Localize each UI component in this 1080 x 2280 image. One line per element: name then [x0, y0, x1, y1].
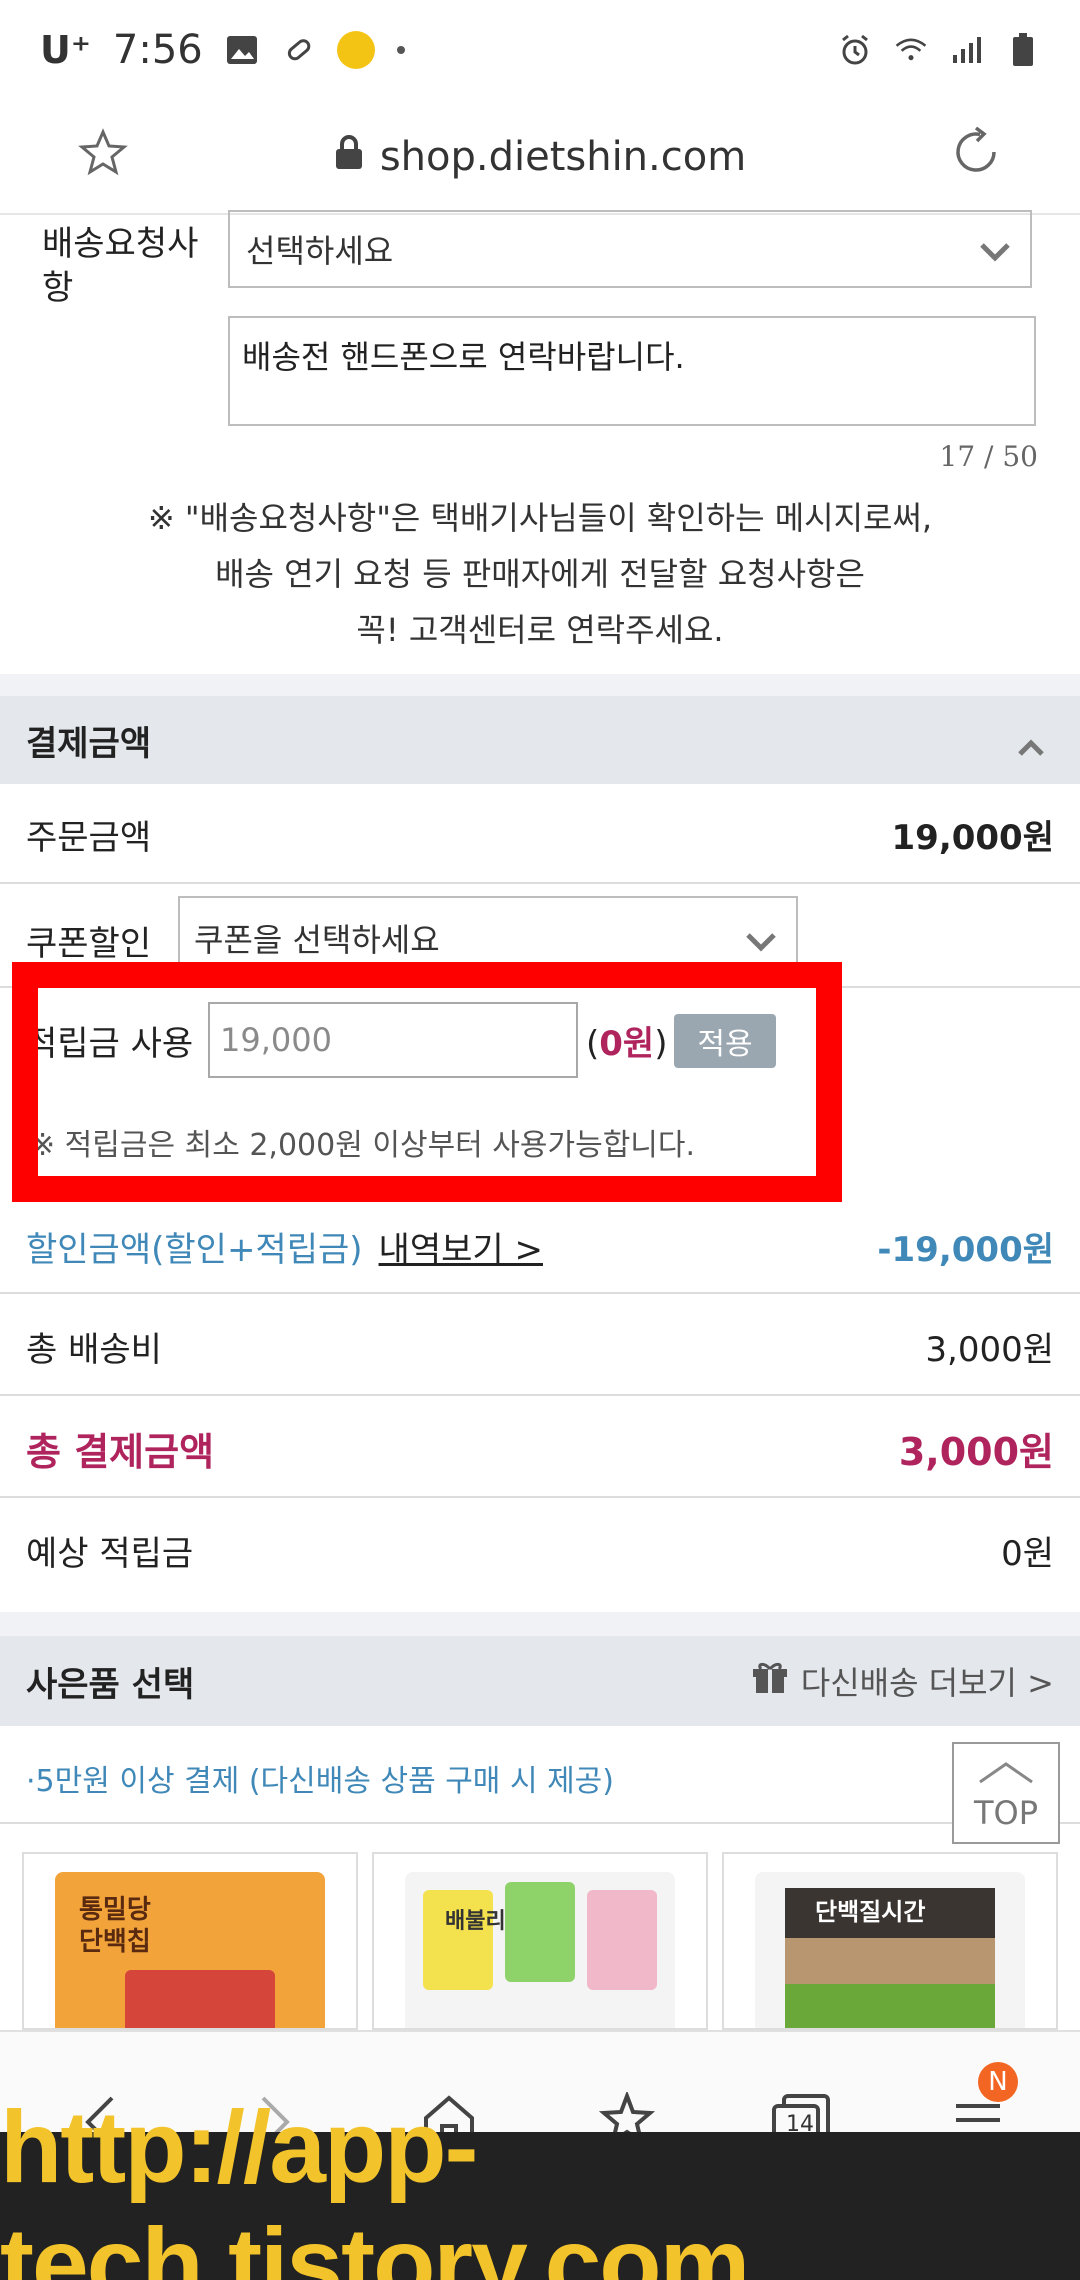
chevron-down-icon [978, 234, 1012, 272]
url-display[interactable]: shop.dietshin.com [334, 134, 746, 180]
divider [0, 882, 1080, 884]
total-value: 3,000원 [898, 1429, 1054, 1474]
bookmark-star-icon[interactable] [78, 128, 128, 182]
wifi-icon [894, 33, 928, 67]
image-icon [225, 33, 259, 67]
discount-label: 할인금액(할인+적립금) [26, 1229, 363, 1270]
discount-value: -19,000원 [877, 1229, 1054, 1270]
highlight-box [12, 962, 842, 1202]
url-text: shop.dietshin.com [379, 133, 747, 180]
clock: 7:56 [112, 27, 203, 73]
arrow-up-icon [976, 1756, 1036, 1794]
delivery-request-label: 배송요청사항 [42, 224, 199, 308]
product-bar [785, 1938, 995, 1984]
discount-row: 할인금액(할인+적립금) 내역보기 > -19,000원 [0, 1198, 1080, 1294]
product-image: 단백질시간 [755, 1872, 1025, 2028]
lock-icon [334, 134, 364, 180]
signal-icon [950, 33, 984, 67]
chevron-down-icon [744, 924, 778, 962]
pill-icon [281, 33, 315, 67]
product-name: 통밀당 [79, 1895, 151, 1925]
delivery-message-input[interactable]: 배송전 핸드폰으로 연락바랍니다. [228, 316, 1036, 426]
product-name: 단백질시간 [815, 1898, 926, 1926]
gift-condition: ·5만원 이상 결제 (다신배송 상품 구매 시 제공) [26, 1764, 614, 1799]
gift-product-card[interactable]: 통밀당 단백칩 [22, 1852, 358, 2030]
gift-more-link[interactable]: 다신배송 더보기 > [751, 1658, 1080, 1704]
product-bar [785, 1984, 995, 2028]
product-pack [125, 1970, 275, 2028]
delivery-notice: ※ "배송요청사항"은 택배기사님들이 확인하는 메시지로써, 배송 연기 요청… [0, 490, 1080, 658]
product-pack [587, 1890, 657, 1990]
watermark-banner: http://app-tech.tistory.com [0, 2090, 1080, 2280]
gift-icon [751, 1659, 789, 1703]
shipping-label: 총 배송비 [26, 1329, 162, 1370]
section-divider [0, 674, 1080, 696]
more-notifications-icon [396, 46, 405, 54]
address-bar: shop.dietshin.com [0, 100, 1080, 215]
notice-line: ※ "배송요청사항"은 택배기사님들이 확인하는 메시지로써, [147, 499, 933, 537]
expected-points-value: 0원 [1001, 1533, 1054, 1574]
notice-line: 꼭! 고객센터로 연락주세요. [356, 611, 724, 649]
total-label: 총 결제금액 [26, 1429, 215, 1474]
shipping-row: 총 배송비 3,000원 [0, 1296, 1080, 1396]
shipping-value: 3,000원 [925, 1329, 1054, 1370]
coupon-select-value: 쿠폰을 선택하세요 [194, 921, 440, 959]
expected-points-label: 예상 적립금 [26, 1533, 194, 1574]
product-subname: 단백칩 [79, 1927, 151, 1957]
top-label: TOP [973, 1794, 1039, 1832]
divider [0, 1496, 1080, 1498]
order-amount-label: 주문금액 [26, 817, 152, 858]
divider [0, 1394, 1080, 1396]
product-image: 배불리 [405, 1872, 675, 2028]
divider [0, 1822, 1080, 1824]
gift-product-card[interactable]: 배불리 [372, 1852, 708, 2030]
chevron-up-icon[interactable] [1016, 728, 1046, 768]
product-pack [423, 1890, 493, 1990]
section-divider [0, 1612, 1080, 1636]
notice-line: 배송 연기 요청 등 판매자에게 전달할 요청사항은 [215, 555, 865, 593]
total-row: 총 결제금액 3,000원 [0, 1398, 1080, 1498]
product-pack [505, 1882, 575, 1982]
order-amount-row: 주문금액 19,000원 [0, 786, 1080, 882]
char-counter: 17 / 50 [939, 440, 1039, 473]
scroll-top-button[interactable]: TOP [952, 1742, 1060, 1844]
gift-more-label: 다신배송 더보기 > [800, 1664, 1054, 1702]
expected-points-row: 예상 적립금 0원 [0, 1500, 1080, 1600]
product-image: 통밀당 단백칩 [55, 1872, 325, 2028]
carrier-label: U⁺ [40, 28, 91, 72]
coupon-label: 쿠폰할인 [26, 923, 152, 964]
alarm-icon [838, 33, 872, 67]
payment-section-title: 결제금액 [26, 723, 152, 764]
gift-product-card[interactable]: 단백질시간 [722, 1852, 1058, 2030]
payment-section-header[interactable]: 결제금액 [0, 696, 1080, 784]
order-amount-value: 19,000원 [891, 817, 1054, 858]
delivery-select-value: 선택하세요 [246, 232, 394, 270]
gift-section-title: 사은품 선택 [26, 1664, 195, 1705]
discount-details-link[interactable]: 내역보기 > [379, 1222, 543, 1271]
divider [0, 1292, 1080, 1294]
gift-section-header: 사은품 선택 다신배송 더보기 > [0, 1636, 1080, 1726]
product-name: 배불리 [445, 1909, 506, 1934]
reload-icon[interactable] [950, 126, 1002, 182]
delivery-request-select[interactable]: 선택하세요 [228, 210, 1032, 288]
status-bar: U⁺ 7:56 [0, 0, 1080, 100]
battery-icon [1006, 33, 1040, 67]
app-notification-icon [336, 31, 375, 69]
